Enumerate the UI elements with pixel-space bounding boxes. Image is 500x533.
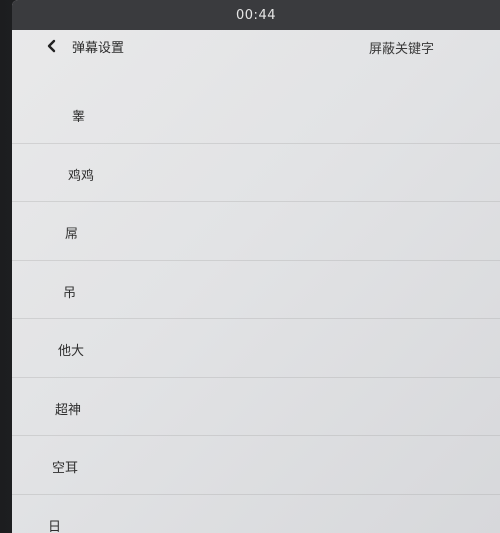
keyword-row[interactable]: 超神 [12, 378, 500, 436]
keyword-row[interactable]: 屌 [12, 202, 500, 261]
keyword-label: 屌 [65, 227, 79, 242]
keyword-row[interactable]: 空耳 [12, 436, 500, 495]
keyword-list: 睾 鸡鸡 屌 吊 他大 超神 空耳 日 [12, 85, 500, 533]
keyword-label: 超神 [55, 402, 82, 418]
keyword-row[interactable]: 睾 [12, 85, 500, 144]
status-time: 00:44 [236, 8, 276, 23]
keyword-row[interactable]: 日 [12, 495, 500, 533]
keyword-row[interactable]: 他大 [12, 319, 500, 378]
keyword-label: 吊 [63, 285, 77, 301]
back-button-label: 弹幕设置 [72, 40, 125, 56]
keyword-label: 他大 [58, 344, 85, 359]
status-bar: 00:44 [12, 0, 500, 30]
back-button[interactable]: 弹幕设置 [46, 34, 124, 58]
keyword-label: 鸡鸡 [68, 168, 95, 184]
keyword-row[interactable]: 吊 [12, 261, 500, 319]
screen: 00:44 弹幕设置 屏蔽关键字 睾 鸡鸡 屌 吊 他大 超神 空耳 日 [12, 0, 500, 533]
keyword-label: 日 [48, 519, 62, 533]
keyword-label: 睾 [72, 110, 86, 125]
keyword-row[interactable]: 鸡鸡 [12, 144, 500, 202]
page-title: 屏蔽关键字 [368, 42, 434, 57]
chevron-left-icon [47, 39, 56, 53]
navigation-bar: 弹幕设置 屏蔽关键字 [12, 30, 500, 62]
keyword-label: 空耳 [52, 461, 79, 476]
